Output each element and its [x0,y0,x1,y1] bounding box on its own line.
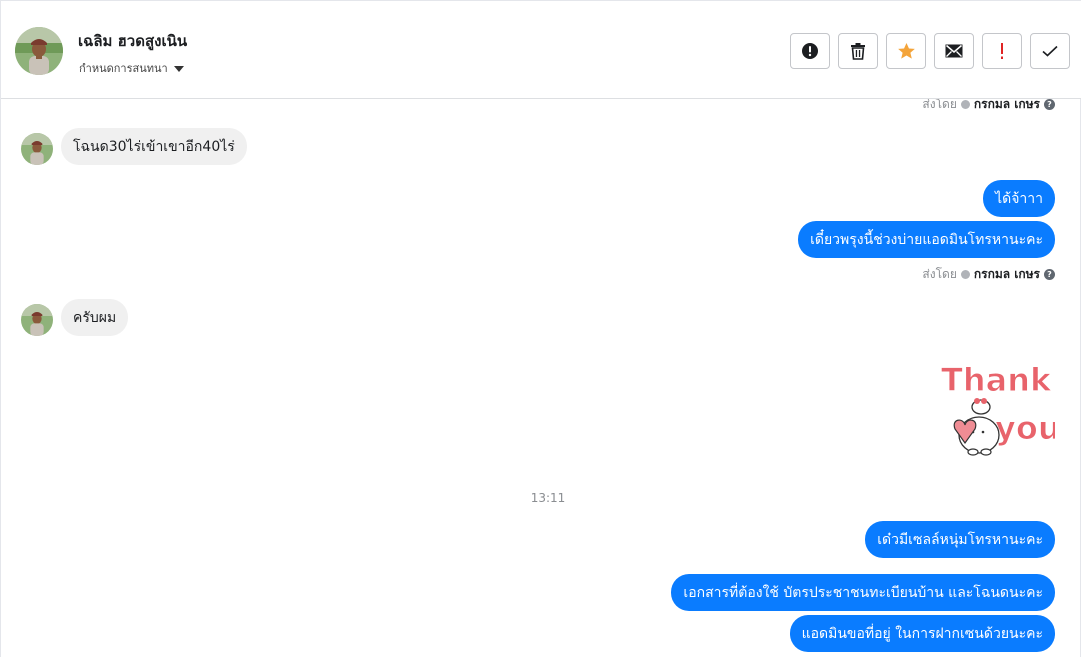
mark-done-button[interactable] [1030,33,1070,69]
incoming-message[interactable]: ครับผม [61,299,129,336]
conversation-frame: เฉลิม ฮวดสูงเนิน กำหนดการสนทนา ส่งโดย กร… [0,0,1081,657]
user-avatar-photo-icon [21,304,53,336]
star-button[interactable] [886,33,926,69]
assign-conversation-dropdown[interactable]: กำหนดการสนทนา [79,59,184,77]
sent-by-label: ส่งโดย [922,267,957,281]
checkmark-icon [1042,45,1058,57]
mark-spam-button[interactable] [790,33,830,69]
help-icon[interactable]: ? [1044,99,1055,110]
exclamation-icon [1001,43,1003,59]
sent-check-icon [960,100,970,109]
avatar[interactable] [21,304,53,336]
sent-by-label: ส่งโดย [922,99,957,111]
message-thread[interactable]: ส่งโดย กรกมล เกษร ? โฉนด30ไร่เข้าเขาอีก4… [1,99,1081,657]
outgoing-message[interactable]: ได้จ้าาา [983,180,1055,217]
avatar[interactable] [21,133,53,165]
trash-icon [851,43,865,60]
alert-circle-icon [802,43,818,59]
sent-by-indicator: ส่งโดย กรกมล เกษร ? [922,265,1055,284]
thank-you-sticker[interactable]: Thank you [933,357,1061,459]
caret-down-icon [173,65,184,72]
sent-check-icon [960,270,970,279]
thank-you-sticker-image: Thank you [941,361,1061,456]
sent-by-name: กรกมล เกษร [973,99,1040,111]
incoming-message[interactable]: โฉนด30ไร่เข้าเขาอีก40ไร่ [61,128,247,165]
follow-up-button[interactable] [982,33,1022,69]
user-avatar-photo-icon [15,27,63,75]
header-actions [790,33,1070,69]
outgoing-message[interactable]: เอกสารที่ต้องใช้ บัตรประชาชนทะเบียนบ้าน … [671,574,1055,611]
message-timestamp: 13:11 [530,491,566,505]
envelope-icon [945,44,963,58]
mark-unread-button[interactable] [934,33,974,69]
sent-by-indicator: ส่งโดย กรกมล เกษร ? [922,99,1055,114]
outgoing-message[interactable]: เด๋วมีเซลล์หนุ่มโทรหานะคะ [865,521,1055,558]
outgoing-message[interactable]: เดี๋ยวพรุงนี้ช่วงบ่ายแอดมินโทรหานะคะ [798,221,1055,258]
user-avatar-photo-icon [21,133,53,165]
help-icon[interactable]: ? [1044,269,1055,280]
avatar[interactable] [15,27,63,75]
sticker-text-line1: Thank [941,361,1052,399]
assign-label: กำหนดการสนทนา [79,62,168,75]
sticker-text-line2: you [995,409,1055,447]
delete-button[interactable] [838,33,878,69]
sent-by-name: กรกมล เกษร [973,267,1040,281]
conversation-header: เฉลิม ฮวดสูงเนิน กำหนดการสนทนา [1,1,1081,99]
star-icon [897,42,915,59]
outgoing-message[interactable]: แอดมินขอที่อยู่ ในการฝากเซนด้วยนะคะ [789,615,1055,652]
contact-name[interactable]: เฉลิม ฮวดสูงเนิน [78,29,187,53]
